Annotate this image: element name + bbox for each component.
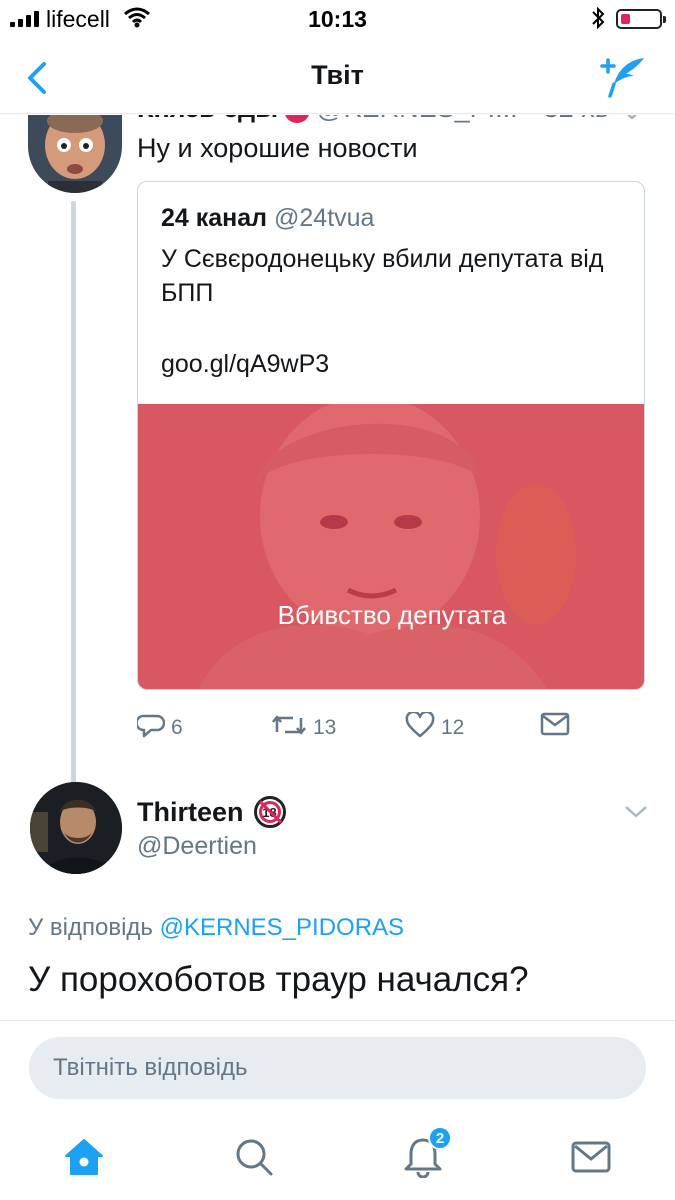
tab-messages[interactable] bbox=[566, 1134, 616, 1184]
notifications-badge: 2 bbox=[428, 1126, 452, 1150]
chevron-down-icon[interactable] bbox=[624, 805, 648, 824]
retweet-count: 13 bbox=[313, 716, 337, 739]
retweet-icon bbox=[271, 712, 307, 744]
bluetooth-icon bbox=[590, 6, 606, 35]
like-button[interactable]: 12 bbox=[405, 710, 465, 744]
status-bar: lifecell 10:13 bbox=[0, 0, 675, 38]
heart-icon bbox=[405, 710, 435, 744]
tweet-author-name: Князь єды bbox=[137, 115, 278, 123]
tweet-time: 32 хв bbox=[544, 115, 609, 123]
tweet-actions: 6 13 12 bbox=[135, 710, 577, 744]
tweet-text: Ну и хорошие новости bbox=[137, 133, 418, 163]
reply-button[interactable]: 6 bbox=[135, 712, 183, 744]
tab-notifications[interactable]: 2 bbox=[398, 1126, 452, 1184]
envelope-icon bbox=[571, 1141, 611, 1178]
reply-prefix: У відповідь bbox=[28, 914, 153, 941]
dm-button[interactable] bbox=[540, 712, 570, 742]
tweet-author[interactable]: Thirteen 18 bbox=[137, 796, 286, 828]
compose-tweet-icon[interactable] bbox=[598, 54, 648, 100]
tweet-parent[interactable]: Князь єды @KERNES_PI... 32 хв Ну и хорошие… bbox=[0, 115, 675, 795]
quoted-tweet-text: У Сєвєродонецьку вбили депутата від БПП bbox=[161, 245, 604, 307]
like-count: 12 bbox=[441, 716, 465, 739]
tweet-author-name: Thirteen bbox=[137, 796, 244, 827]
tab-bar: 2 bbox=[0, 1116, 675, 1200]
tweet-header: Князь єды @KERNES_PI... 32 хв bbox=[137, 115, 609, 124]
avatar[interactable] bbox=[28, 115, 122, 193]
battery-icon bbox=[616, 9, 666, 29]
quoted-tweet[interactable]: 24 канал @24tvua У Сєвєродонецьку вбили … bbox=[137, 181, 645, 690]
age-restricted-badge-icon: 18 bbox=[253, 796, 286, 828]
image-caption: Вбивство депутата bbox=[277, 600, 507, 630]
quoted-author-name: 24 канал bbox=[161, 204, 268, 232]
badge-icon bbox=[284, 115, 311, 123]
chevron-down-icon[interactable] bbox=[620, 115, 644, 126]
reply-count: 6 bbox=[171, 716, 183, 739]
page-title: Твіт bbox=[311, 60, 364, 90]
tab-search[interactable] bbox=[229, 1134, 279, 1184]
quoted-tweet-header: 24 канал @24tvua bbox=[161, 204, 374, 233]
quoted-author-handle: @24tvua bbox=[274, 204, 375, 232]
quoted-tweet-image[interactable]: Вбивство депутата bbox=[138, 404, 644, 689]
reply-mention-link[interactable]: @KERNES_PIDORAS bbox=[160, 914, 404, 941]
reply-input[interactable] bbox=[29, 1037, 646, 1099]
thread-line bbox=[71, 201, 76, 793]
tweet-text: У порохоботов траур начался? bbox=[28, 960, 529, 999]
reply-bar bbox=[0, 1020, 675, 1116]
badge-text: 18 bbox=[262, 804, 277, 820]
reply-context: У відповідь @KERNES_PIDORAS bbox=[28, 914, 404, 942]
search-icon bbox=[234, 1137, 274, 1182]
status-time: 10:13 bbox=[308, 6, 367, 32]
tweet-author-handle[interactable]: @Deertien bbox=[137, 832, 257, 861]
envelope-icon bbox=[540, 712, 570, 742]
tab-home[interactable] bbox=[59, 1134, 109, 1184]
home-icon bbox=[63, 1137, 105, 1182]
nav-bar: Твіт bbox=[0, 38, 675, 114]
reply-icon bbox=[135, 712, 166, 744]
tweet-author-handle: @KERNES_PI... bbox=[316, 115, 517, 123]
retweet-button[interactable]: 13 bbox=[271, 712, 336, 744]
avatar[interactable] bbox=[30, 782, 122, 874]
quoted-tweet-link[interactable]: goo.gl/qA9wP3 bbox=[161, 350, 329, 379]
